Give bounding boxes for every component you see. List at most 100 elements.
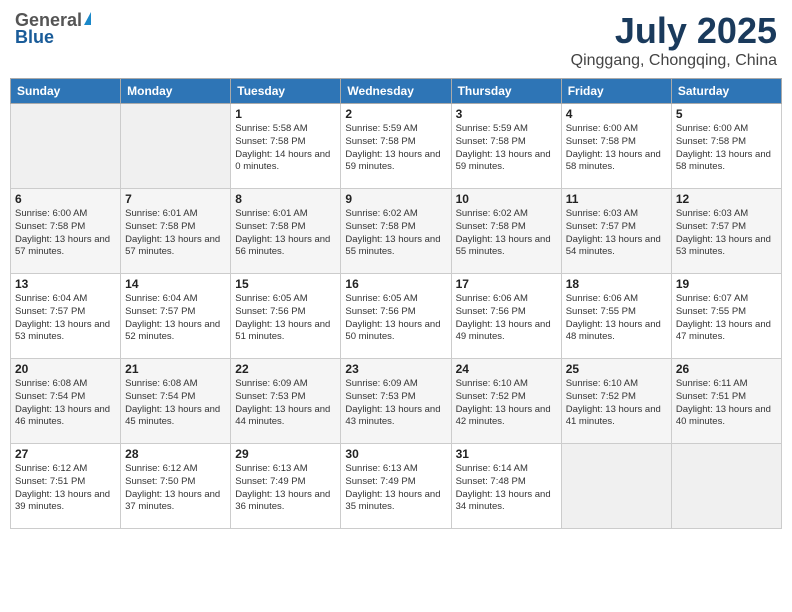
day-number: 9 xyxy=(345,192,446,206)
calendar-day-cell: 18 Sunrise: 6:06 AM Sunset: 7:55 PM Dayli… xyxy=(561,274,671,359)
calendar-day-cell: 1 Sunrise: 5:58 AM Sunset: 7:58 PM Daylig… xyxy=(231,104,341,189)
day-info: Sunrise: 6:01 AM Sunset: 7:58 PM Dayligh… xyxy=(125,208,226,259)
calendar-day-cell: 2Sunrise: 5:59 AM Sunset: 7:58 PM Daylig… xyxy=(341,104,451,189)
calendar-day-cell xyxy=(561,444,671,529)
day-info: Sunrise: 6:01 AM Sunset: 7:58 PM Dayligh… xyxy=(235,208,336,259)
weekday-header: Sunday xyxy=(11,79,121,104)
calendar-day-cell: 30 Sunrise: 6:13 AM Sunset: 7:49 PM Dayli… xyxy=(341,444,451,529)
day-number: 23 xyxy=(345,362,446,376)
day-number: 13 xyxy=(15,277,116,291)
day-info: Sunrise: 6:03 AM Sunset: 7:57 PM Dayligh… xyxy=(566,208,667,259)
day-number: 8 xyxy=(235,192,336,206)
calendar-week-row: 1 Sunrise: 5:58 AM Sunset: 7:58 PM Daylig… xyxy=(11,104,782,189)
day-info: Sunrise: 6:05 AM Sunset: 7:56 PM Dayligh… xyxy=(345,293,446,344)
day-info: Sunrise: 6:00 AM Sunset: 7:58 PM Dayligh… xyxy=(676,123,777,174)
day-number: 28 xyxy=(125,447,226,461)
logo-triangle-icon xyxy=(84,12,91,25)
day-number: 26 xyxy=(676,362,777,376)
day-number: 27 xyxy=(15,447,116,461)
calendar-day-cell: 5 Sunrise: 6:00 AM Sunset: 7:58 PM Daylig… xyxy=(671,104,781,189)
day-number: 21 xyxy=(125,362,226,376)
calendar-table: SundayMondayTuesdayWednesdayThursdayFrid… xyxy=(10,78,782,529)
calendar-day-cell: 20Sunrise: 6:08 AM Sunset: 7:54 PM Dayli… xyxy=(11,359,121,444)
calendar-day-cell: 14 Sunrise: 6:04 AM Sunset: 7:57 PM Dayli… xyxy=(121,274,231,359)
day-info: Sunrise: 6:05 AM Sunset: 7:56 PM Dayligh… xyxy=(235,293,336,344)
weekday-header: Monday xyxy=(121,79,231,104)
day-number: 17 xyxy=(456,277,557,291)
day-info: Sunrise: 5:59 AM Sunset: 7:58 PM Dayligh… xyxy=(456,123,557,174)
day-number: 24 xyxy=(456,362,557,376)
day-info: Sunrise: 5:58 AM Sunset: 7:58 PM Dayligh… xyxy=(235,123,336,174)
weekday-header: Saturday xyxy=(671,79,781,104)
day-info: Sunrise: 6:13 AM Sunset: 7:49 PM Dayligh… xyxy=(345,463,446,514)
day-number: 19 xyxy=(676,277,777,291)
calendar-day-cell: 22 Sunrise: 6:09 AM Sunset: 7:53 PM Dayli… xyxy=(231,359,341,444)
calendar-day-cell: 23 Sunrise: 6:09 AM Sunset: 7:53 PM Dayli… xyxy=(341,359,451,444)
calendar-title: July 2025 xyxy=(571,10,777,52)
day-info: Sunrise: 6:06 AM Sunset: 7:55 PM Dayligh… xyxy=(566,293,667,344)
day-number: 20 xyxy=(15,362,116,376)
calendar-day-cell: 3 Sunrise: 5:59 AM Sunset: 7:58 PM Daylig… xyxy=(451,104,561,189)
day-info: Sunrise: 6:00 AM Sunset: 7:58 PM Dayligh… xyxy=(15,208,116,259)
day-info: Sunrise: 6:02 AM Sunset: 7:58 PM Dayligh… xyxy=(456,208,557,259)
day-info: Sunrise: 6:14 AM Sunset: 7:48 PM Dayligh… xyxy=(456,463,557,514)
calendar-day-cell: 13Sunrise: 6:04 AM Sunset: 7:57 PM Dayli… xyxy=(11,274,121,359)
day-info: Sunrise: 6:10 AM Sunset: 7:52 PM Dayligh… xyxy=(566,378,667,429)
calendar-day-cell: 12 Sunrise: 6:03 AM Sunset: 7:57 PM Dayli… xyxy=(671,189,781,274)
calendar-day-cell: 15 Sunrise: 6:05 AM Sunset: 7:56 PM Dayli… xyxy=(231,274,341,359)
weekday-header: Friday xyxy=(561,79,671,104)
calendar-day-cell: 4 Sunrise: 6:00 AM Sunset: 7:58 PM Daylig… xyxy=(561,104,671,189)
day-number: 22 xyxy=(235,362,336,376)
day-number: 11 xyxy=(566,192,667,206)
day-info: Sunrise: 6:12 AM Sunset: 7:51 PM Dayligh… xyxy=(15,463,116,514)
day-number: 6 xyxy=(15,192,116,206)
day-number: 30 xyxy=(345,447,446,461)
day-number: 3 xyxy=(456,107,557,121)
calendar-day-cell: 26 Sunrise: 6:11 AM Sunset: 7:51 PM Dayli… xyxy=(671,359,781,444)
day-number: 15 xyxy=(235,277,336,291)
calendar-day-cell: 24 Sunrise: 6:10 AM Sunset: 7:52 PM Dayli… xyxy=(451,359,561,444)
calendar-day-cell: 29Sunrise: 6:13 AM Sunset: 7:49 PM Dayli… xyxy=(231,444,341,529)
day-info: Sunrise: 6:10 AM Sunset: 7:52 PM Dayligh… xyxy=(456,378,557,429)
day-number: 16 xyxy=(345,277,446,291)
logo-blue: Blue xyxy=(15,27,54,48)
weekday-header: Thursday xyxy=(451,79,561,104)
day-number: 31 xyxy=(456,447,557,461)
day-number: 5 xyxy=(676,107,777,121)
calendar-day-cell: 28Sunrise: 6:12 AM Sunset: 7:50 PM Dayli… xyxy=(121,444,231,529)
day-info: Sunrise: 6:09 AM Sunset: 7:53 PM Dayligh… xyxy=(345,378,446,429)
calendar-day-cell xyxy=(121,104,231,189)
title-block: July 2025 Qinggang, Chongqing, China xyxy=(571,10,777,70)
day-number: 4 xyxy=(566,107,667,121)
calendar-week-row: 6 Sunrise: 6:00 AM Sunset: 7:58 PM Daylig… xyxy=(11,189,782,274)
calendar-day-cell: 9 Sunrise: 6:02 AM Sunset: 7:58 PM Daylig… xyxy=(341,189,451,274)
page-header: General Blue July 2025 Qinggang, Chongqi… xyxy=(10,10,782,70)
day-info: Sunrise: 6:06 AM Sunset: 7:56 PM Dayligh… xyxy=(456,293,557,344)
weekday-header: Tuesday xyxy=(231,79,341,104)
calendar-day-cell: 19Sunrise: 6:07 AM Sunset: 7:55 PM Dayli… xyxy=(671,274,781,359)
day-info: Sunrise: 6:08 AM Sunset: 7:54 PM Dayligh… xyxy=(125,378,226,429)
calendar-day-cell xyxy=(671,444,781,529)
day-number: 7 xyxy=(125,192,226,206)
day-number: 18 xyxy=(566,277,667,291)
day-info: Sunrise: 6:09 AM Sunset: 7:53 PM Dayligh… xyxy=(235,378,336,429)
calendar-day-cell: 25 Sunrise: 6:10 AM Sunset: 7:52 PM Dayli… xyxy=(561,359,671,444)
calendar-day-cell: 27 Sunrise: 6:12 AM Sunset: 7:51 PM Dayli… xyxy=(11,444,121,529)
weekday-header-row: SundayMondayTuesdayWednesdayThursdayFrid… xyxy=(11,79,782,104)
calendar-subtitle: Qinggang, Chongqing, China xyxy=(571,52,777,70)
day-info: Sunrise: 6:11 AM Sunset: 7:51 PM Dayligh… xyxy=(676,378,777,429)
day-number: 10 xyxy=(456,192,557,206)
day-number: 2 xyxy=(345,107,446,121)
day-info: Sunrise: 6:03 AM Sunset: 7:57 PM Dayligh… xyxy=(676,208,777,259)
day-info: Sunrise: 6:02 AM Sunset: 7:58 PM Dayligh… xyxy=(345,208,446,259)
day-number: 25 xyxy=(566,362,667,376)
weekday-header: Wednesday xyxy=(341,79,451,104)
day-info: Sunrise: 6:04 AM Sunset: 7:57 PM Dayligh… xyxy=(125,293,226,344)
day-info: Sunrise: 6:13 AM Sunset: 7:49 PM Dayligh… xyxy=(235,463,336,514)
day-number: 14 xyxy=(125,277,226,291)
day-number: 1 xyxy=(235,107,336,121)
logo: General Blue xyxy=(15,10,91,48)
day-number: 12 xyxy=(676,192,777,206)
calendar-day-cell: 21 Sunrise: 6:08 AM Sunset: 7:54 PM Dayli… xyxy=(121,359,231,444)
day-info: Sunrise: 6:00 AM Sunset: 7:58 PM Dayligh… xyxy=(566,123,667,174)
